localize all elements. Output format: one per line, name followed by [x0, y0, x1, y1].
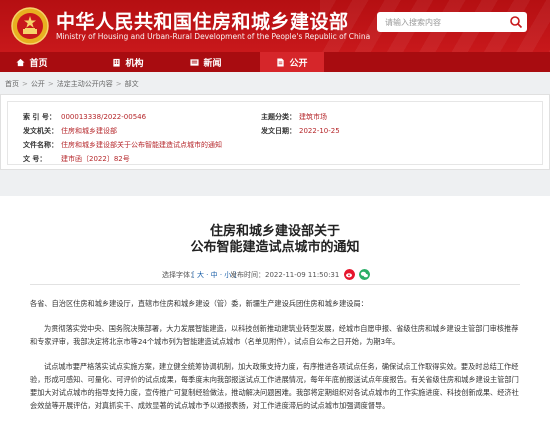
info-value: 住房和城乡建设部 — [61, 126, 117, 135]
info-row-category: 主题分类： 建筑市场 — [261, 111, 327, 122]
info-value: 2022-10-25 — [299, 126, 340, 135]
article-title-line2: 公布智能建造试点城市的通知 — [190, 240, 360, 255]
site-title[interactable]: 中华人民共和国住房和城乡建设部 — [56, 7, 349, 34]
building-icon — [113, 58, 121, 67]
info-row-number: 文 号： 建市函〔2022〕82号 — [23, 153, 130, 164]
search-box — [377, 12, 527, 32]
info-value: 000013338/2022-00546 — [61, 112, 147, 121]
info-value: 建市函〔2022〕82号 — [61, 154, 130, 163]
breadcrumb-item-home[interactable]: 首页 — [5, 79, 19, 89]
breadcrumb-item-documents[interactable]: 部文 — [125, 79, 139, 89]
search-input[interactable] — [377, 12, 502, 32]
site-header: 中华人民共和国住房和城乡建设部 Ministry of Housing and … — [0, 0, 550, 52]
divider — [30, 284, 520, 285]
breadcrumb-separator: > — [115, 80, 122, 88]
nav-item-label: 机构 — [125, 58, 144, 69]
article-body: 住房和城乡建设部关于 公布智能建造试点城市的通知 选择字体： [ 大 · 中 ·… — [0, 196, 550, 423]
info-label: 发文机关： — [23, 126, 58, 135]
breadcrumb: 首页 > 公开 > 法定主动公开内容 > 部文 — [0, 77, 550, 91]
news-icon — [190, 58, 200, 66]
nav-item-news[interactable]: 新闻 — [174, 52, 238, 72]
info-label: 主题分类： — [261, 112, 296, 121]
info-label: 文件名称： — [23, 140, 58, 149]
article-meta: 选择字体： [ 大 · 中 · 小 ] 发布时间：2022-11-09 11:5… — [0, 269, 550, 281]
breadcrumb-separator: > — [47, 80, 54, 88]
info-label: 发文日期： — [261, 126, 296, 135]
search-icon[interactable] — [509, 15, 523, 29]
nav-item-label: 首页 — [29, 58, 48, 69]
breadcrumb-item-public[interactable]: 公开 — [31, 79, 45, 89]
info-row-title: 文件名称： 住房和城乡建设部关于公布智能建造试点城市的通知 — [23, 139, 222, 150]
info-row-index: 索 引 号： 000013338/2022-00546 — [23, 111, 146, 122]
weibo-share-icon[interactable] — [344, 269, 355, 280]
national-emblem-icon[interactable] — [10, 6, 50, 46]
document-info-panel: 索 引 号： 000013338/2022-00546 主题分类： 建筑市场 发… — [0, 94, 550, 170]
main-nav: 首页 机构 新闻 公开 — [0, 52, 550, 72]
article-paragraph: 各省、自治区住房和城乡建设厅，直辖市住房和城乡建设（管）委，新疆生产建设兵团住房… — [30, 299, 368, 308]
info-label: 索 引 号： — [23, 112, 56, 121]
breadcrumb-separator: > — [22, 80, 28, 88]
info-value: 住房和城乡建设部关于公布智能建造试点城市的通知 — [61, 140, 222, 149]
nav-item-institutions[interactable]: 机构 — [96, 52, 160, 72]
info-row-issuer: 发文机关： 住房和城乡建设部 — [23, 125, 117, 136]
nav-item-home[interactable]: 首页 — [0, 52, 64, 72]
publish-time: 发布时间：2022-11-09 11:50:31 — [230, 271, 340, 279]
info-value: 建筑市场 — [299, 112, 327, 121]
article-paragraph: 试点城市要严格落实试点实施方案，建立健全统筹协调机制，加大政策支持力度，有序推进… — [30, 362, 519, 410]
document-icon — [277, 57, 285, 67]
wechat-share-icon[interactable] — [359, 269, 370, 280]
info-label: 文 号： — [23, 154, 47, 163]
home-icon — [16, 58, 26, 66]
nav-item-label: 公开 — [289, 58, 308, 69]
breadcrumb-item-disclosure[interactable]: 法定主动公开内容 — [57, 79, 113, 89]
nav-item-label: 新闻 — [203, 58, 222, 69]
article-paragraph: 为贯彻落实党中央、国务院决策部署，大力发展智能建造，以科技创新推动建筑业转型发展… — [30, 324, 519, 346]
nav-item-public[interactable]: 公开 — [260, 52, 324, 72]
site-subtitle: Ministry of Housing and Urban-Rural Deve… — [56, 32, 371, 41]
info-row-date: 发文日期： 2022-10-25 — [261, 125, 340, 136]
